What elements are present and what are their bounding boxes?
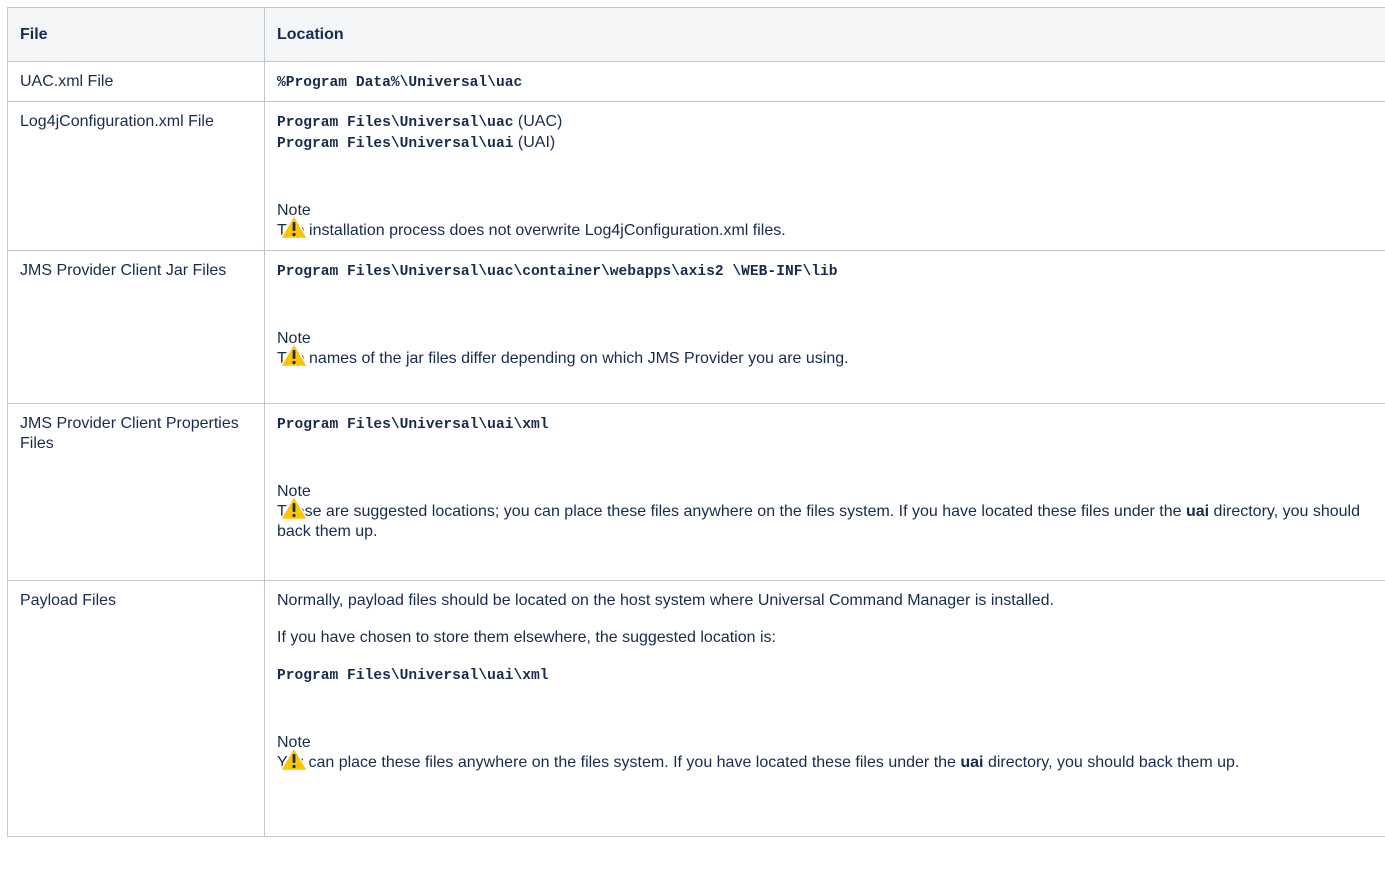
column-header-location: Location — [264, 7, 1385, 62]
location-path: Program Files\Universal\uai\xml — [277, 668, 549, 684]
table-row: JMS Provider Client Jar Files Program Fi… — [7, 250, 1385, 404]
note-panel: Note These are suggested locations; you … — [277, 482, 1378, 551]
location-cell: %Program Data%\Universal\uac — [264, 61, 1385, 102]
file-cell: Log4jConfiguration.xml File — [7, 101, 265, 251]
note-title: Note — [277, 202, 311, 219]
location-line: Program Files\Universal\uac (UAC) — [277, 112, 1378, 133]
location-path: Program Files\Universal\uai — [277, 136, 514, 152]
file-cell: Payload Files — [7, 580, 265, 837]
warning-icon — [279, 214, 309, 240]
location-cell: Program Files\Universal\uai\xml Note The… — [264, 403, 1385, 581]
file-cell: UAC.xml File — [7, 61, 265, 102]
table-header-row: File Location — [7, 7, 1385, 62]
location-path: Program Files\Universal\uac\container\we… — [277, 264, 838, 280]
note-title: Note — [277, 734, 311, 751]
warning-icon — [279, 746, 309, 772]
table-row: UAC.xml File %Program Data%\Universal\ua… — [7, 61, 1385, 102]
file-cell: JMS Provider Client Properties Files — [7, 403, 265, 581]
directory-name: uai — [1185, 503, 1210, 520]
warning-icon — [279, 495, 309, 521]
directory-name: uai — [960, 754, 984, 771]
table-row: JMS Provider Client Properties Files Pro… — [7, 403, 1385, 581]
note-text: The installation process does not overwr… — [277, 222, 786, 239]
location-cell: Normally, payload files should be locate… — [264, 580, 1385, 837]
column-header-file: File — [7, 7, 265, 62]
file-cell: JMS Provider Client Jar Files — [7, 250, 265, 404]
warning-icon — [279, 342, 309, 368]
location-suffix: (UAC) — [513, 113, 563, 130]
table-row: Payload Files Normally, payload files sh… — [7, 580, 1385, 837]
note-text: These are suggested locations; you can p… — [277, 503, 1360, 540]
location-paragraph: Normally, payload files should be locate… — [277, 592, 1054, 609]
note-panel: Note The installation process does not o… — [277, 201, 1378, 250]
note-panel: Note The names of the jar files differ d… — [277, 329, 1378, 378]
location-path: Program Files\Universal\uac — [277, 115, 514, 131]
location-paragraph: If you have chosen to store them elsewhe… — [277, 629, 776, 646]
location-path: Program Files\Universal\uai\xml — [277, 417, 549, 433]
note-text: You can place these files anywhere on th… — [277, 754, 1240, 771]
location-line: Program Files\Universal\uai (UAI) — [277, 133, 1378, 154]
note-title: Note — [277, 330, 311, 347]
location-suffix: (UAI) — [513, 134, 556, 151]
note-title: Note — [277, 483, 311, 500]
table-row: Log4jConfiguration.xml File Program File… — [7, 101, 1385, 251]
location-cell: Program Files\Universal\uac\container\we… — [264, 250, 1385, 404]
location-cell: Program Files\Universal\uac (UAC) Progra… — [264, 101, 1385, 251]
note-panel: Note You can place these files anywhere … — [277, 733, 1378, 782]
note-text: The names of the jar files differ depend… — [277, 350, 849, 367]
location-path: %Program Data%\Universal\uac — [277, 75, 523, 91]
file-locations-table: File Location UAC.xml File %Program Data… — [7, 7, 1385, 837]
